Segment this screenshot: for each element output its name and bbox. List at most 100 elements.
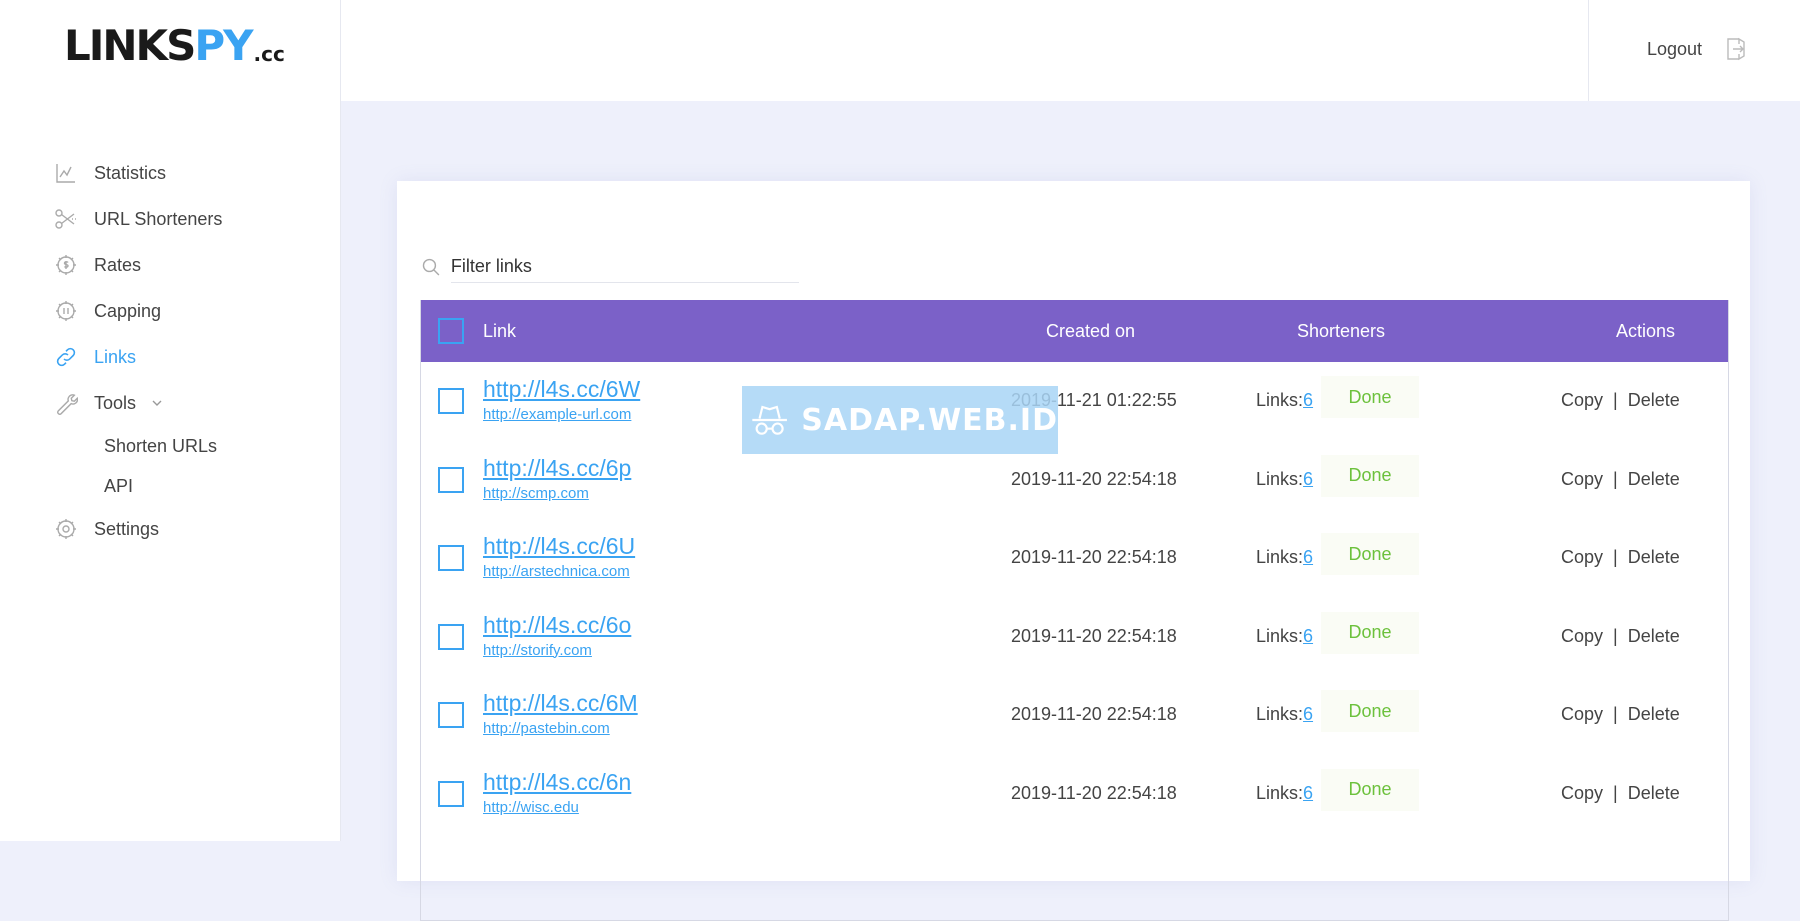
short-link[interactable]: http://l4s.cc/6n (483, 769, 631, 796)
row-checkbox[interactable] (438, 780, 464, 807)
sidebar-item-url-shorteners[interactable]: URL Shorteners (52, 196, 222, 242)
gear-pause-icon (52, 297, 80, 325)
select-all-checkbox[interactable] (438, 318, 464, 344)
row-checkbox[interactable] (438, 702, 464, 728)
copy-button[interactable]: Copy (1561, 626, 1603, 646)
sidebar-item-settings[interactable]: Settings (52, 506, 222, 552)
chevron-down-icon (152, 400, 162, 406)
filter-links-input[interactable] (450, 251, 799, 283)
short-link[interactable]: http://l4s.cc/6p (483, 455, 631, 482)
links-count-link[interactable]: 6 (1303, 626, 1313, 646)
actions-separator: | (1613, 468, 1618, 489)
sidebar-item-label: Tools (94, 392, 137, 413)
row-checkbox[interactable] (438, 388, 464, 414)
links-count-link[interactable]: 6 (1303, 704, 1313, 724)
logo-text-blue: PY (194, 21, 253, 70)
copy-button[interactable]: Copy (1561, 704, 1603, 724)
short-link[interactable]: http://l4s.cc/6o (483, 612, 631, 639)
created-date: 2019-11-20 22:54:18 (1011, 547, 1177, 567)
sidebar-item-label: Statistics (94, 162, 167, 183)
links-label: Links: (1256, 468, 1304, 489)
created-date: 2019-11-20 22:54:18 (1011, 782, 1177, 803)
links-table: Link Created on Shorteners Actions http:… (420, 300, 1729, 921)
links-label: Links: (1256, 390, 1304, 410)
original-link[interactable]: http://arstechnica.com (483, 563, 630, 580)
original-link[interactable]: http://scmp.com (483, 485, 589, 502)
original-link[interactable]: http://wisc.edu (483, 799, 579, 816)
row-checkbox[interactable] (438, 545, 464, 571)
sidebar-item-label: URL Shorteners (94, 208, 223, 229)
created-date: 2019-11-20 22:54:18 (1011, 704, 1177, 724)
gear-icon (52, 515, 80, 543)
status-badge: Done (1321, 768, 1419, 811)
links-card: Link Created on Shorteners Actions http:… (397, 181, 1750, 921)
delete-button[interactable]: Delete (1628, 626, 1680, 646)
actions-separator: | (1613, 625, 1618, 646)
copy-button[interactable]: Copy (1561, 547, 1603, 567)
original-link[interactable]: http://example-url.com (483, 406, 631, 423)
watermark-text: SADAP.WEB.ID (801, 402, 1058, 438)
table-header: Link Created on Shorteners Actions (421, 300, 1728, 362)
links-count: Links:6 (1256, 547, 1313, 568)
delete-button[interactable]: Delete (1628, 783, 1680, 803)
logo-suffix: .cc (253, 42, 285, 66)
copy-button[interactable]: Copy (1561, 390, 1603, 410)
sidebar-subitem-api[interactable]: API (52, 466, 222, 506)
row-actions: Copy | Delete (1561, 547, 1680, 568)
links-label: Links: (1256, 625, 1304, 646)
delete-button[interactable]: Delete (1628, 390, 1680, 410)
row-checkbox[interactable] (438, 466, 464, 493)
table-row: http://l4s.cc/6U http://arstechnica.com 20… (421, 519, 1728, 598)
delete-button[interactable]: Delete (1628, 704, 1680, 724)
copy-button[interactable]: Copy (1561, 783, 1603, 803)
table-row: http://l4s.cc/6p http://scmp.com 2019-11-2… (421, 441, 1728, 520)
short-link[interactable]: http://l4s.cc/6W (483, 376, 640, 403)
sidebar-item-rates[interactable]: Rates (52, 242, 222, 288)
delete-button[interactable]: Delete (1628, 547, 1680, 567)
status-badge: Done (1321, 690, 1419, 732)
sidebar-item-links[interactable]: Links (52, 334, 222, 380)
sidebar-item-label: Links (94, 346, 137, 367)
sidebar-subitem-shorten-urls[interactable]: Shorten URLs (52, 426, 222, 466)
sidebar-item-label: Capping (94, 300, 162, 321)
links-label: Links: (1256, 782, 1304, 803)
short-link[interactable]: http://l4s.cc/6M (483, 690, 638, 717)
links-count: Links:6 (1256, 390, 1313, 411)
logout-label: Logout (1647, 38, 1703, 59)
links-count: Links:6 (1256, 626, 1313, 647)
spy-hat-glasses-icon (752, 405, 787, 435)
original-link[interactable]: http://storify.com (483, 642, 592, 659)
links-count-link[interactable]: 6 (1303, 547, 1313, 567)
row-checkbox[interactable] (438, 623, 464, 650)
search-icon (422, 258, 440, 276)
created-date: 2019-11-20 22:54:18 (1011, 468, 1177, 489)
row-actions: Copy | Delete (1561, 704, 1680, 725)
sidebar-item-statistics[interactable]: Statistics (52, 150, 222, 196)
top-header: Logout (341, 0, 1800, 101)
delete-button[interactable]: Delete (1628, 469, 1680, 489)
table-row: http://l4s.cc/6W http://example-url.com 20… (421, 362, 1728, 441)
logo[interactable]: LINKS PY .cc (64, 24, 285, 68)
copy-button[interactable]: Copy (1561, 469, 1603, 489)
original-link[interactable]: http://pastebin.com (483, 720, 610, 737)
wrench-icon (52, 389, 80, 417)
short-link[interactable]: http://l4s.cc/6U (483, 533, 635, 560)
sidebar-item-capping[interactable]: Capping (52, 288, 222, 334)
column-header-link[interactable]: Link (483, 321, 516, 342)
logout-button[interactable]: Logout (1647, 36, 1748, 62)
status-badge: Done (1321, 611, 1419, 654)
column-header-created[interactable]: Created on (1046, 321, 1135, 342)
watermark: SADAP.WEB.ID (742, 386, 1058, 454)
actions-separator: | (1613, 704, 1618, 724)
sidebar-item-label: Settings (94, 518, 160, 539)
sidebar-item-tools[interactable]: Tools (52, 380, 222, 426)
column-header-shorteners[interactable]: Shorteners (1297, 321, 1385, 342)
column-header-actions: Actions (1616, 321, 1676, 341)
table-row: http://l4s.cc/6n http://wisc.edu 2019-11-2… (421, 755, 1728, 834)
link-icon (52, 343, 80, 371)
filter-bar (421, 249, 799, 285)
links-count-link[interactable]: 6 (1303, 390, 1313, 410)
links-count: Links:6 (1256, 783, 1313, 804)
links-count-link[interactable]: 6 (1303, 469, 1313, 489)
links-count-link[interactable]: 6 (1303, 783, 1313, 803)
